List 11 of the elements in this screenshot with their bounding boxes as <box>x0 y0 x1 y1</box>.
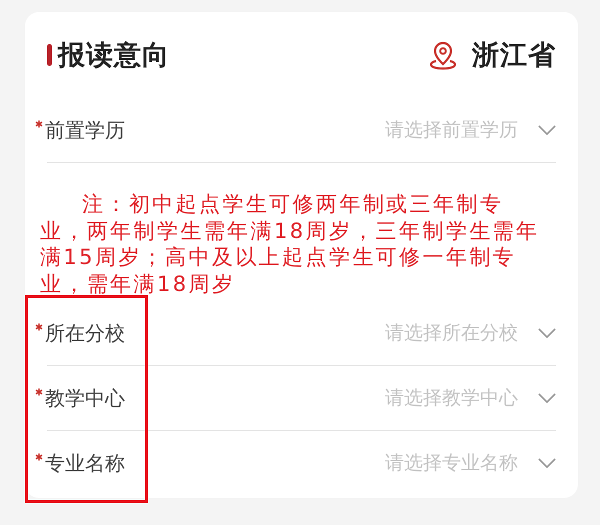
province-link[interactable]: 浙江省 <box>472 37 556 73</box>
note-text: 注：初中起点学生可修两年制或三年制专业，两年制学生需年满18周岁，三年制学生需年满15周岁；高中及以上起点学生可修一年制专业，需年满18周岁 <box>40 191 540 298</box>
select-field[interactable]: 请选择所在分校 <box>385 316 556 350</box>
select-field[interactable]: 请选择专业名称 <box>385 446 556 480</box>
field-label: 教学中心 <box>45 384 125 412</box>
select-field[interactable]: 请选择教学中心 <box>385 381 556 415</box>
field-label: 所在分校 <box>45 320 125 346</box>
select-field[interactable]: 请选择前置学历 <box>385 113 556 147</box>
field-label: 专业名称 <box>45 450 125 476</box>
section-title: 报读意向 <box>58 39 170 73</box>
field-label: 前置学历 <box>45 116 125 144</box>
